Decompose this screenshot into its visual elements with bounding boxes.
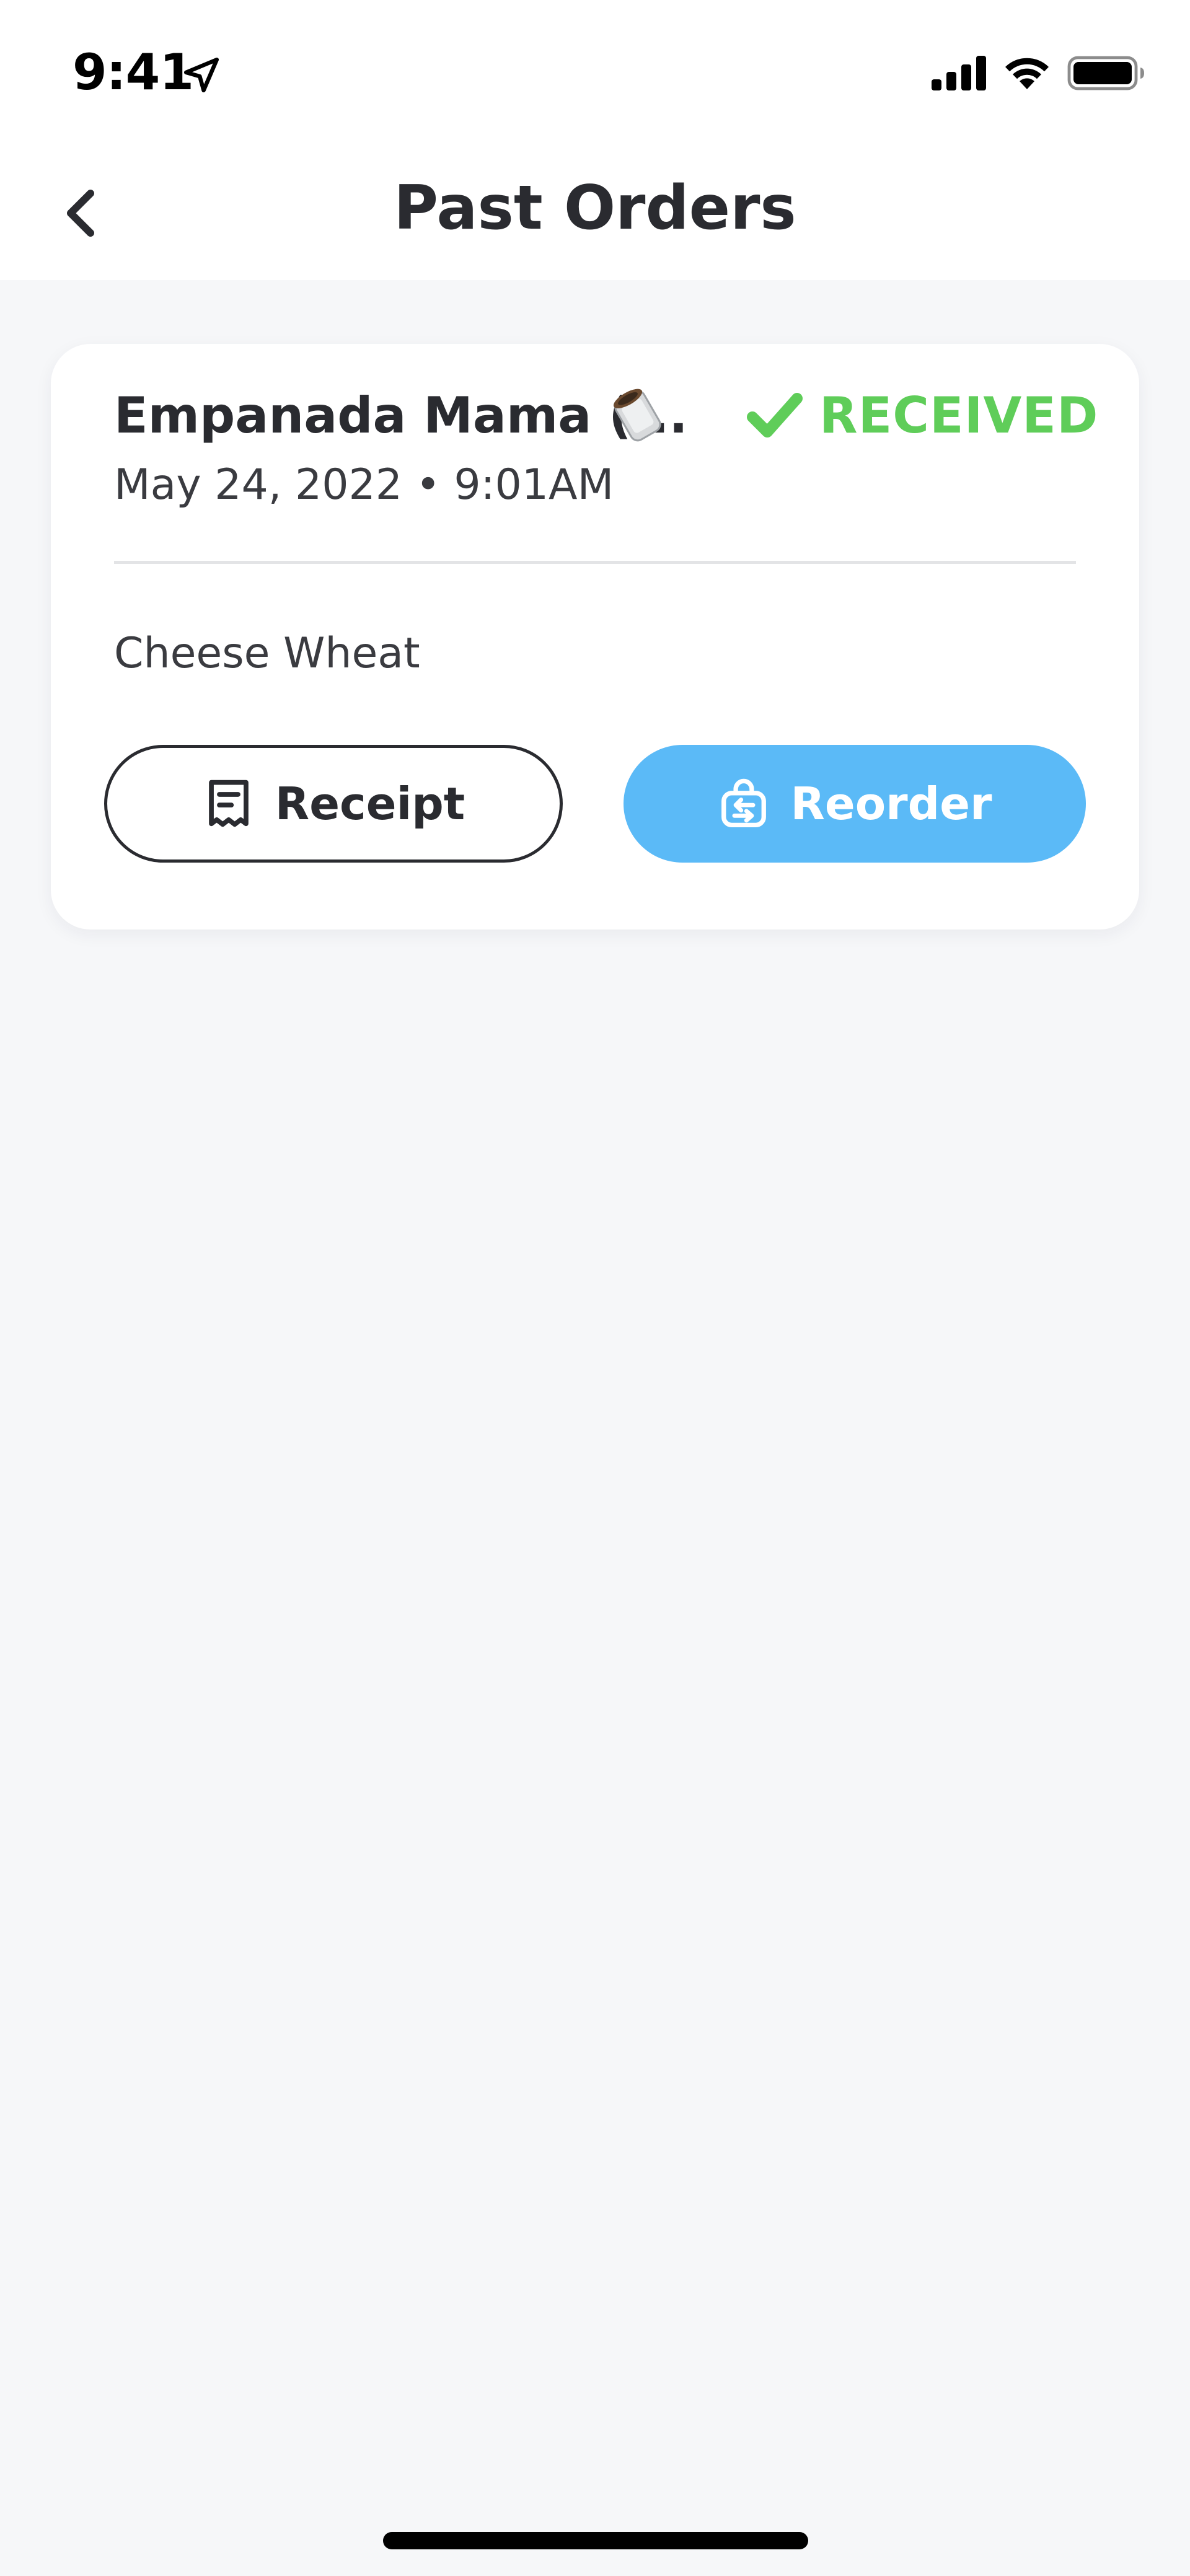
location-arrow-icon <box>183 57 219 93</box>
order-datetime: May 24, 2022 • 9:01AM <box>114 460 614 509</box>
reorder-label: Reorder <box>790 778 992 830</box>
receipt-icon <box>208 780 249 827</box>
order-card[interactable]: Empanada Mama (... RECEIVED May 24, 2022… <box>51 344 1139 930</box>
status-time: 9:41 <box>73 43 194 101</box>
status-badge: RECEIVED <box>746 385 1098 447</box>
order-items: Cheese Wheat <box>114 629 420 678</box>
status-bar: 9:41 <box>0 0 1190 143</box>
home-indicator[interactable] <box>383 2532 808 2549</box>
food-emoji-icon <box>613 389 661 442</box>
cellular-signal-icon <box>932 56 986 90</box>
restaurant-name: Empanada Mama (... <box>114 387 688 444</box>
reorder-button[interactable]: Reorder <box>624 745 1086 863</box>
checkmark-icon <box>747 393 803 437</box>
nav-bar: Past Orders <box>0 143 1190 280</box>
page-title: Past Orders <box>394 173 796 244</box>
status-text: RECEIVED <box>819 387 1099 444</box>
card-divider <box>114 561 1076 564</box>
wifi-icon <box>1005 58 1049 89</box>
receipt-button[interactable]: Receipt <box>104 745 563 863</box>
reorder-bag-icon <box>721 778 767 828</box>
battery-icon <box>1067 56 1144 90</box>
receipt-label: Receipt <box>275 778 465 830</box>
